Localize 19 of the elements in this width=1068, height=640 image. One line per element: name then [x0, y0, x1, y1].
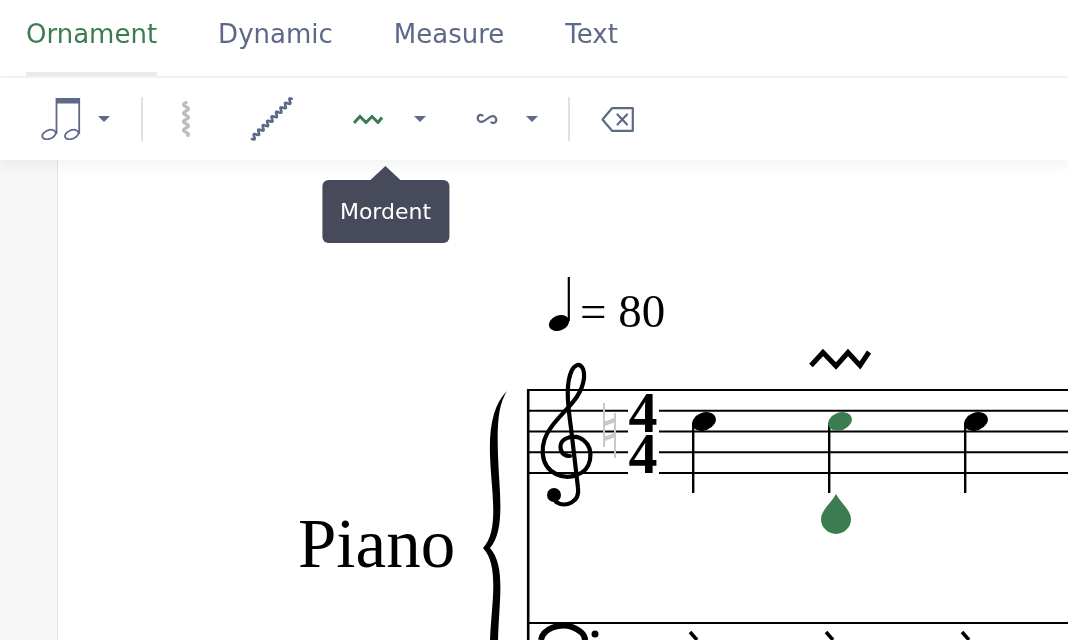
note[interactable]: [692, 412, 716, 493]
rest-icon: [960, 630, 971, 640]
time-signature-number: 4: [627, 392, 659, 433]
tab[interactable]: Dynamic: [218, 0, 333, 76]
note[interactable]: [828, 412, 852, 493]
tempo-text: = 80: [580, 288, 666, 335]
tab[interactable]: Text: [565, 0, 618, 76]
instrument-name: Piano: [298, 510, 456, 579]
quarter-note-icon: [548, 277, 570, 331]
tooltip: Mordent: [321, 166, 450, 243]
treble-clef-icon: [540, 362, 593, 507]
natural-sign-icon: [603, 402, 616, 459]
rest-icon: [824, 630, 835, 640]
bass-clef-icon: [538, 622, 599, 640]
teardrop-icon: [821, 494, 851, 534]
time-signature-number: 4: [627, 433, 659, 474]
rest-icon: [688, 630, 699, 640]
tab[interactable]: Measure: [393, 0, 505, 76]
note[interactable]: [964, 412, 988, 493]
